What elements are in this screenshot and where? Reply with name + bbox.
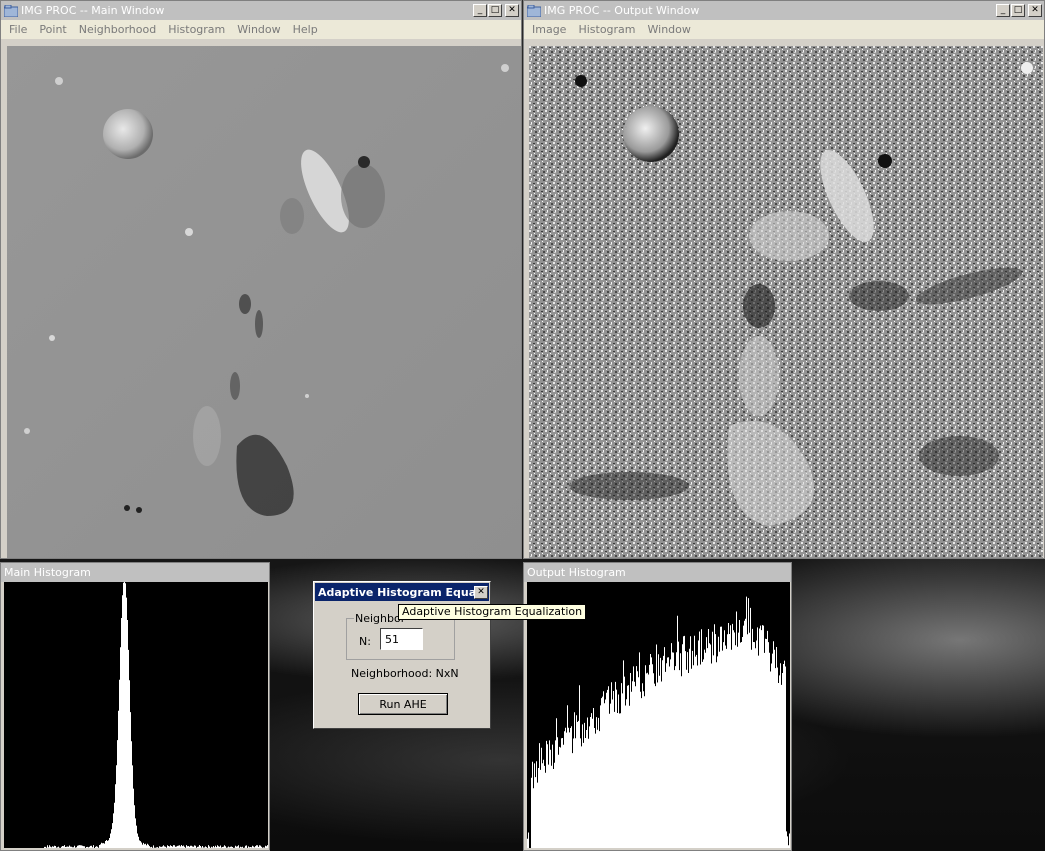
ahe-dialog-title: Adaptive Histogram Equali... — [318, 585, 474, 599]
main-window-titlebar[interactable]: IMG PROC -- Main Window _ □ ✕ — [1, 1, 521, 20]
menu-point[interactable]: Point — [33, 23, 72, 36]
maximize-button[interactable]: □ — [488, 4, 502, 17]
output-histogram-plot — [527, 582, 790, 848]
main-window: IMG PROC -- Main Window _ □ ✕ File Point… — [0, 0, 522, 559]
main-histogram-title: Main Histogram — [4, 566, 91, 579]
menu-histogram[interactable]: Histogram — [162, 23, 231, 36]
close-button[interactable]: ✕ — [474, 585, 488, 599]
main-histogram-titlebar[interactable]: Main Histogram — [1, 563, 269, 582]
folder-app-icon — [527, 4, 541, 17]
n-input[interactable] — [380, 628, 423, 650]
lunar-surface-image — [7, 46, 521, 558]
main-menubar: File Point Neighborhood Histogram Window… — [1, 20, 521, 39]
main-histogram-plot — [4, 582, 268, 848]
run-ahe-button[interactable]: Run AHE — [358, 693, 448, 715]
output-histogram-chart — [527, 582, 790, 848]
menu-histogram[interactable]: Histogram — [572, 23, 641, 36]
output-window-title: IMG PROC -- Output Window — [544, 4, 700, 17]
output-menubar: Image Histogram Window — [524, 20, 1044, 39]
output-window: IMG PROC -- Output Window _ □ ✕ Image Hi… — [523, 0, 1045, 559]
main-window-title: IMG PROC -- Main Window — [21, 4, 165, 17]
tooltip: Adaptive Histogram Equalization — [398, 604, 587, 620]
maximize-button[interactable]: □ — [1011, 4, 1025, 17]
main-histogram-window: Main Histogram — [0, 562, 270, 851]
neighbor-groupbox: Neighbor N: — [346, 612, 455, 660]
n-label: N: — [359, 635, 371, 648]
minimize-button[interactable]: _ — [473, 4, 487, 17]
menu-neighborhood[interactable]: Neighborhood — [73, 23, 162, 36]
equalized-lunar-image — [529, 46, 1043, 558]
output-window-titlebar[interactable]: IMG PROC -- Output Window _ □ ✕ — [524, 1, 1044, 20]
minimize-button[interactable]: _ — [996, 4, 1010, 17]
neighborhood-text: Neighborhood: NxN — [351, 667, 459, 680]
menu-file[interactable]: File — [3, 23, 33, 36]
output-histogram-title: Output Histogram — [527, 566, 626, 579]
menu-image[interactable]: Image — [526, 23, 572, 36]
main-image — [7, 46, 521, 558]
close-button[interactable]: ✕ — [1028, 4, 1042, 17]
output-image — [529, 46, 1043, 558]
close-button[interactable]: ✕ — [505, 4, 519, 17]
ahe-dialog-titlebar[interactable]: Adaptive Histogram Equali... ✕ — [315, 583, 489, 601]
output-histogram-titlebar[interactable]: Output Histogram — [524, 563, 791, 582]
menu-window[interactable]: Window — [231, 23, 286, 36]
menu-help[interactable]: Help — [287, 23, 324, 36]
folder-app-icon — [4, 4, 18, 17]
menu-window[interactable]: Window — [642, 23, 697, 36]
main-histogram-chart — [4, 582, 268, 848]
